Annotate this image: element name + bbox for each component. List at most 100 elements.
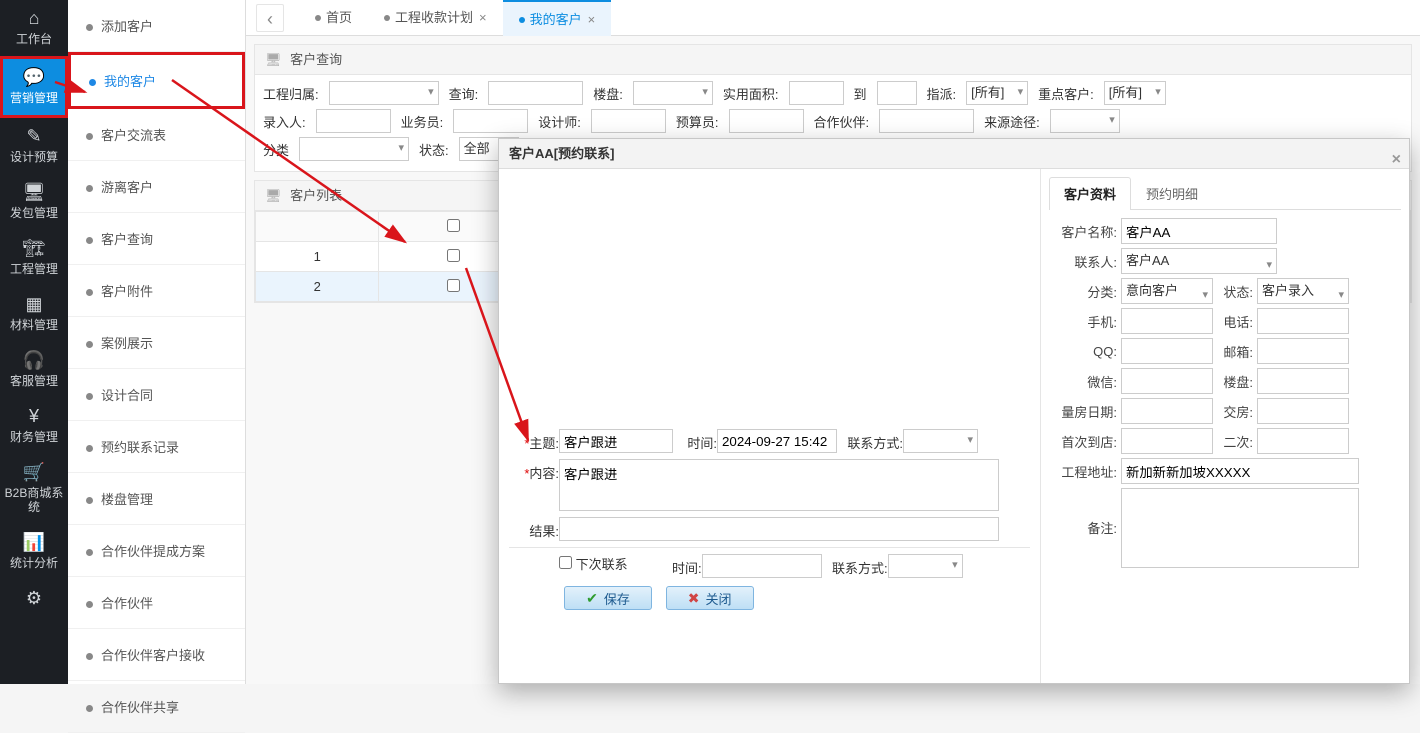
info-mail-input[interactable]	[1257, 338, 1349, 364]
modal-close-button[interactable]: ×	[1392, 145, 1401, 175]
nav-label: 材料管理	[0, 318, 68, 332]
cancel-icon: ✖	[688, 590, 700, 607]
subject-input[interactable]	[559, 429, 673, 453]
sub-item-7[interactable]: 设计合同	[68, 369, 245, 421]
sub-item-6[interactable]: 案例展示	[68, 317, 245, 369]
method-select[interactable]	[903, 429, 978, 453]
info-qq-input[interactable]	[1121, 338, 1213, 364]
nav-label: 统计分析	[0, 556, 68, 570]
info-mobile-input[interactable]	[1121, 308, 1213, 334]
appointment-modal: 客户AA[预约联系] × *主题: 时间: 联系方式: *内容: 结果:	[498, 138, 1410, 684]
nav-item-7[interactable]: ¥财务管理	[0, 398, 68, 454]
sub-item-8[interactable]: 预约联系记录	[68, 421, 245, 473]
sub-item-13[interactable]: 合作伙伴共享	[68, 681, 245, 733]
nav-item-5[interactable]: ▦材料管理	[0, 286, 68, 342]
tab-close-icon[interactable]: ×	[479, 10, 487, 25]
filter-building-select[interactable]	[633, 81, 713, 105]
info-building-input[interactable]	[1257, 368, 1349, 394]
filter-designer-input[interactable]	[591, 109, 666, 133]
info-measure-input[interactable]	[1121, 398, 1213, 424]
sub-item-4[interactable]: 客户查询	[68, 213, 245, 265]
info-wechat-input[interactable]	[1121, 368, 1213, 394]
info-tel-input[interactable]	[1257, 308, 1349, 334]
nav-item-10[interactable]: ⚙	[0, 580, 68, 622]
row-checkbox[interactable]	[447, 249, 460, 262]
filter-source-label: 来源途径:	[984, 112, 1040, 131]
nav-icon: 💬	[3, 67, 65, 88]
next-contact-checkbox[interactable]	[559, 556, 572, 569]
sub-item-3[interactable]: 游离客户	[68, 161, 245, 213]
nav-icon: 📊	[0, 532, 68, 553]
filter-to-label: 到	[854, 84, 867, 103]
filter-cat-select[interactable]	[299, 137, 409, 161]
save-button[interactable]: ✔保存	[564, 586, 652, 610]
content-textarea[interactable]	[559, 459, 999, 511]
info-addr-input[interactable]	[1121, 458, 1359, 484]
nav-label: 客服管理	[0, 374, 68, 388]
nav-icon: ✎	[0, 126, 68, 147]
sub-item-12[interactable]: 合作伙伴客户接收	[68, 629, 245, 681]
sub-item-11[interactable]: 合作伙伴	[68, 577, 245, 629]
nav-item-3[interactable]: 🖥发包管理	[0, 174, 68, 230]
next-time-input[interactable]	[702, 554, 822, 578]
filter-key-select[interactable]: [所有]	[1104, 81, 1166, 105]
nav-label: 工程管理	[0, 262, 68, 276]
tab-close-icon[interactable]: ×	[588, 12, 596, 27]
info-first-input[interactable]	[1121, 428, 1213, 454]
primary-nav: ⌂工作台💬营销管理✎设计预算🖥发包管理🏗工程管理▦材料管理 🎧 客服管理 ¥财务管理🛒…	[0, 0, 68, 684]
tab-2[interactable]: 我的客户×	[503, 0, 612, 36]
tab-back-button[interactable]: ‹	[256, 4, 284, 32]
info-status-select[interactable]: 客户录入	[1257, 278, 1349, 304]
nav-label: 财务管理	[0, 430, 68, 444]
nav-item-6[interactable]: 🎧 客服管理	[0, 342, 68, 398]
info-contact-select[interactable]: 客户AA	[1121, 248, 1277, 274]
row-number: 1	[256, 242, 379, 272]
row-checkbox[interactable]	[447, 279, 460, 292]
dot-icon	[519, 17, 525, 23]
info-name-input[interactable]	[1121, 218, 1277, 244]
filter-source-select[interactable]	[1050, 109, 1120, 133]
sub-item-10[interactable]: 合作伙伴提成方案	[68, 525, 245, 577]
sub-item-0[interactable]: 添加客户	[68, 0, 245, 52]
tab-1[interactable]: 工程收款计划×	[368, 0, 503, 36]
sub-item-9[interactable]: 楼盘管理	[68, 473, 245, 525]
info-cat-select[interactable]: 意向客户	[1121, 278, 1213, 304]
nav-item-9[interactable]: 📊 统计分析	[0, 524, 68, 580]
filter-biz-input[interactable]	[453, 109, 528, 133]
filter-area-to[interactable]	[877, 81, 917, 105]
time-input[interactable]	[717, 429, 837, 453]
filter-partner-input[interactable]	[879, 109, 974, 133]
tab-0[interactable]: 首页	[299, 0, 368, 36]
sub-item-5[interactable]: 客户附件	[68, 265, 245, 317]
time-label: 时间:	[673, 429, 717, 452]
nav-icon: 🎧	[0, 350, 68, 371]
filter-budgeter-input[interactable]	[729, 109, 804, 133]
info-second-input[interactable]	[1257, 428, 1349, 454]
sub-item-1[interactable]: 我的客户	[68, 52, 245, 109]
nav-item-8[interactable]: 🛒B2B商城系统	[0, 454, 68, 524]
result-textarea[interactable]	[559, 517, 999, 541]
filter-belong-select[interactable]	[329, 81, 439, 105]
dot-icon	[86, 393, 93, 400]
nav-item-2[interactable]: ✎设计预算	[0, 118, 68, 174]
tab-bar: ‹ 首页工程收款计划×我的客户×	[246, 0, 1420, 36]
nav-item-4[interactable]: 🏗工程管理	[0, 230, 68, 286]
filter-enter-input[interactable]	[316, 109, 391, 133]
filter-area-from[interactable]	[789, 81, 844, 105]
tab-appointment-detail[interactable]: 预约明细	[1131, 177, 1213, 209]
sub-item-2[interactable]: 客户交流表	[68, 109, 245, 161]
nav-item-0[interactable]: ⌂工作台	[0, 0, 68, 56]
dot-icon	[86, 549, 93, 556]
filter-assign-select[interactable]: [所有]	[966, 81, 1028, 105]
dot-icon	[86, 185, 93, 192]
next-contact-checkbox-label[interactable]: 下次联系	[559, 554, 628, 573]
info-remark-textarea[interactable]	[1121, 488, 1359, 568]
next-method-select[interactable]	[888, 554, 963, 578]
select-all-checkbox[interactable]	[447, 219, 460, 232]
sub-item-label: 设计合同	[101, 388, 153, 403]
filter-search-input[interactable]	[488, 81, 583, 105]
close-button[interactable]: ✖关闭	[666, 586, 754, 610]
tab-customer-info[interactable]: 客户资料	[1049, 177, 1131, 210]
info-deliver-input[interactable]	[1257, 398, 1349, 424]
nav-item-1[interactable]: 💬营销管理	[0, 56, 68, 118]
